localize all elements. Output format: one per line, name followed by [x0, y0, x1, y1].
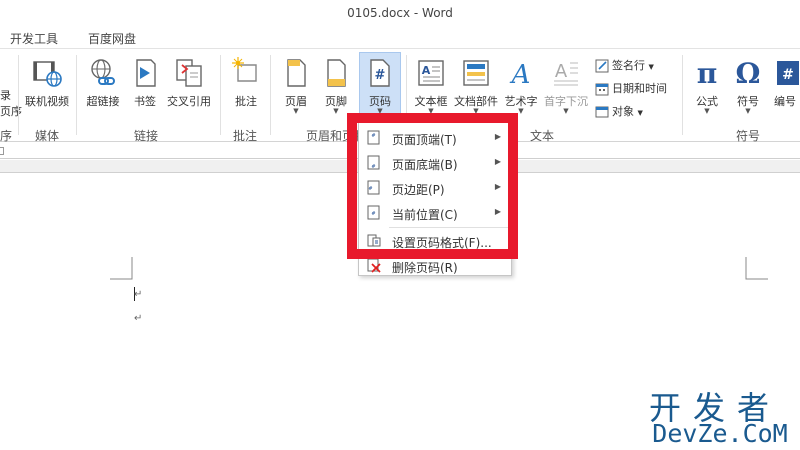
text-box-icon: A [418, 60, 444, 86]
cross-reference-icon [176, 59, 202, 87]
bookmark-icon [136, 59, 156, 87]
cross-reference-label: 交叉引用 [167, 95, 211, 108]
paragraph-mark: ↵ [134, 289, 143, 300]
svg-text:#: # [375, 68, 386, 83]
comment-label: 批注 [235, 95, 257, 108]
hyperlink-label: 超链接 [86, 95, 120, 108]
chevron-down-icon: ▼ [637, 109, 643, 117]
watermark: 开发者 DevZe.CoM [640, 383, 800, 450]
group-separator [76, 55, 77, 135]
page-number-icon: # [370, 59, 390, 87]
svg-text:A: A [422, 64, 431, 77]
margin-corner-top-left [110, 257, 133, 280]
highlight-box [347, 113, 518, 259]
group-separator [682, 55, 683, 135]
svg-text:Ω: Ω [736, 57, 761, 89]
chevron-down-icon: ▼ [704, 107, 710, 115]
svg-text:A: A [555, 61, 568, 82]
group-label-links: 链接 [134, 129, 159, 143]
signature-line-label: 签名行 [612, 59, 645, 72]
group-label-partial: 序 [0, 129, 13, 143]
svg-text:π: π [697, 57, 718, 89]
group-separator [270, 55, 271, 135]
title-bar: 0105.docx - Word [0, 0, 800, 26]
group-separator [18, 55, 19, 135]
omega-icon: Ω [736, 57, 761, 89]
numbering-icon: # [777, 61, 799, 85]
date-time-label: 日期和时间 [612, 82, 667, 95]
chevron-down-icon: ▼ [563, 107, 569, 115]
svg-text:A: A [510, 60, 531, 89]
svg-text:#: # [782, 67, 794, 83]
equation-button[interactable]: π 公式 ▼ [686, 53, 728, 123]
quick-parts-icon [463, 60, 489, 86]
bookmark-label: 书签 [134, 95, 156, 108]
paragraph-mark: ↵ [134, 313, 143, 324]
group-label-text: 文本 [530, 129, 555, 143]
new-comment-icon [232, 57, 257, 82]
group-label-media: 媒体 [35, 129, 60, 143]
tab-baidu-netdisk[interactable]: 百度网盘 [82, 28, 142, 49]
drop-cap-button[interactable]: A 首字下沉 ▼ [542, 53, 590, 123]
object-label: 对象 [612, 105, 634, 118]
numbering-label: 编号 [774, 95, 796, 108]
object-icon [595, 106, 609, 118]
header-button[interactable]: 页眉 ▼ [278, 53, 314, 123]
remove-page-number-icon [367, 258, 381, 273]
pi-icon: π [697, 57, 718, 89]
ruler-marker[interactable] [0, 147, 4, 155]
comment-button[interactable]: 批注 [226, 53, 266, 123]
group-label-comments: 批注 [233, 129, 258, 143]
ribbon-tabs: 开发工具 百度网盘 [0, 26, 800, 48]
tab-developer[interactable]: 开发工具 [4, 28, 64, 49]
group-separator [220, 55, 221, 135]
chevron-down-icon: ▼ [648, 63, 654, 71]
signature-pen-icon [595, 59, 609, 73]
watermark-line-2: DevZe.CoM [652, 419, 788, 448]
globe-link-icon [91, 59, 115, 85]
calendar-icon [595, 83, 609, 96]
online-video-button[interactable]: 联机视频 [22, 53, 72, 123]
symbol-button[interactable]: Ω 符号 ▼ [730, 53, 766, 123]
wordart-icon: A [510, 60, 531, 89]
footer-icon [327, 59, 346, 87]
group-label-symbols: 符号 [736, 129, 761, 143]
chevron-down-icon: ▼ [745, 107, 751, 115]
date-time-button[interactable]: 日期和时间 [595, 80, 667, 98]
bookmark-button[interactable]: 书签 [128, 53, 162, 123]
online-video-label: 联机视频 [25, 95, 69, 108]
numbering-button[interactable]: # 编号 [770, 53, 800, 123]
drop-cap-icon: A [554, 61, 578, 86]
chevron-down-icon: ▼ [293, 107, 299, 115]
signature-line-button[interactable]: 签名行 ▼ [595, 57, 654, 75]
cross-reference-button[interactable]: 交叉引用 [164, 53, 214, 123]
film-globe-icon [33, 61, 62, 87]
menu-item-label: 删除页码(R) [392, 261, 458, 275]
margin-corner-top-right [745, 257, 768, 280]
hyperlink-button[interactable]: 超链接 [82, 53, 124, 123]
header-icon [287, 59, 306, 87]
object-button[interactable]: 对象 ▼ [595, 103, 643, 121]
window-title: 0105.docx - Word [347, 6, 453, 20]
